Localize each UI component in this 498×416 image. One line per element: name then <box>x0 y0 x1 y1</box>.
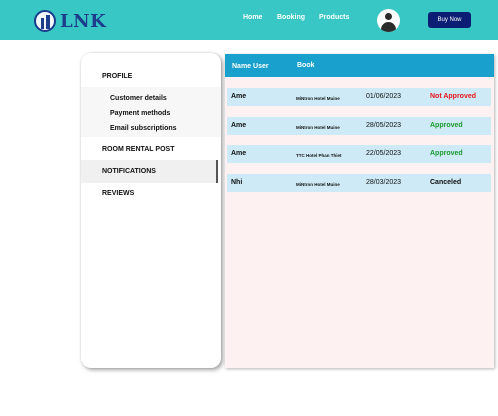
notifications-panel: Name User Book Ame MiNtron Hotel Muine 0… <box>225 54 494 368</box>
cell-name-user: Ame <box>231 122 247 129</box>
sidebar-item-reviews[interactable]: REVIEWS <box>102 190 134 197</box>
logo-building-icon <box>34 10 56 32</box>
sidebar-item-profile[interactable]: PROFILE <box>102 73 132 80</box>
cell-date: 28/05/2023 <box>366 122 402 129</box>
column-header-name-user: Name User <box>232 63 269 70</box>
buy-now-button[interactable]: Buy Now <box>428 12 471 28</box>
sidebar-item-notifications[interactable]: NOTIFICATIONS <box>102 168 156 175</box>
cell-hotel: MiNtron Hotel Muine <box>296 96 340 101</box>
cell-hotel: TTC Hotel Phan Thiet <box>296 153 342 158</box>
table-header: Name User Book <box>225 54 494 77</box>
cell-status: Approved <box>430 122 463 129</box>
sidebar-item-customer-details[interactable]: Customer details <box>110 95 167 102</box>
cell-hotel: MiNtron Hotel Muine <box>296 182 340 187</box>
nav-home[interactable]: Home <box>243 14 262 21</box>
column-header-book: Book <box>297 62 315 69</box>
cell-name-user: Nhi <box>231 179 243 186</box>
user-avatar-icon[interactable] <box>377 9 400 32</box>
nav-booking[interactable]: Booking <box>277 14 305 21</box>
nav-products[interactable]: Products <box>319 14 349 21</box>
sidebar-item-email-subscriptions[interactable]: Email subscriptions <box>110 125 177 132</box>
cell-status: Approved <box>430 150 463 157</box>
account-sidebar: PROFILE Customer details Payment methods… <box>81 53 221 368</box>
cell-name-user: Ame <box>231 93 247 100</box>
cell-status: Canceled <box>430 179 462 186</box>
sidebar-item-payment-methods[interactable]: Payment methods <box>110 110 170 117</box>
cell-date: 28/03/2023 <box>366 179 402 186</box>
brand-logo[interactable]: LNK <box>34 9 106 33</box>
cell-date: 22/05/2023 <box>366 150 402 157</box>
cell-name-user: Ame <box>231 150 247 157</box>
table-row[interactable]: Ame MiNtron Hotel Muine 01/06/2023 Not A… <box>227 88 491 106</box>
sidebar-item-room-rental-post[interactable]: ROOM RENTAL POST <box>102 146 174 153</box>
cell-hotel: MiNtron Hotel Muine <box>296 125 340 130</box>
table-row[interactable]: Ame TTC Hotel Phan Thiet 22/05/2023 Appr… <box>227 145 491 163</box>
cell-status: Not Approved <box>430 93 477 100</box>
cell-date: 01/06/2023 <box>366 93 402 100</box>
table-row[interactable]: Nhi MiNtron Hotel Muine 28/03/2023 Cance… <box>227 174 491 192</box>
top-header: LNK Home Booking Products Buy Now <box>0 0 498 40</box>
logo-text: LNK <box>60 10 107 32</box>
table-row[interactable]: Ame MiNtron Hotel Muine 28/05/2023 Appro… <box>227 117 491 135</box>
